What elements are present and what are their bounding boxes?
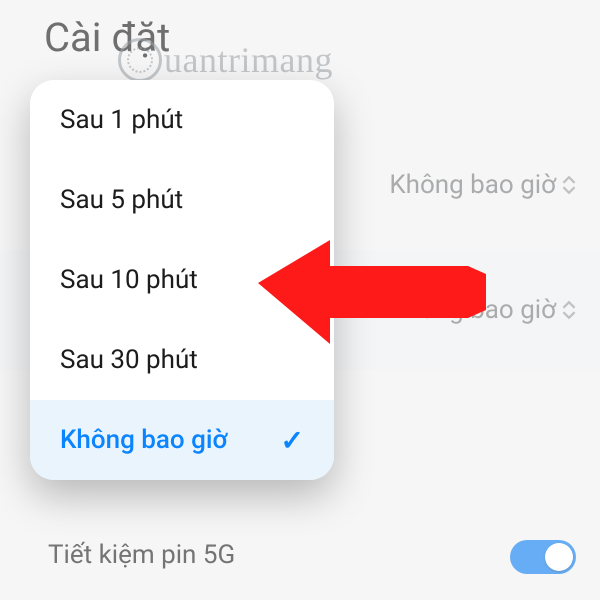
option-label: Sau 10 phút [60,265,198,295]
battery-5g-toggle[interactable] [510,540,576,574]
watermark-text: uantrimang [164,39,333,81]
toggle-on-icon [510,540,576,574]
checkmark-icon: ✓ [281,424,304,457]
option-1-min[interactable]: Sau 1 phút [30,80,334,160]
battery-5g-label: Tiết kiệm pin 5G [48,540,235,570]
option-30-min[interactable]: Sau 30 phút [30,320,334,400]
option-never[interactable]: Không bao giờ ✓ [30,400,334,480]
setting-row-1-value: Không bao giờ [389,170,556,200]
lightbulb-q-icon [118,38,162,82]
option-label: Sau 1 phút [60,105,183,135]
option-label: Sau 30 phút [60,345,198,375]
option-10-min[interactable]: Sau 10 phút [30,240,334,320]
updown-icon [562,175,576,195]
option-label: Sau 5 phút [60,185,183,215]
viewport: Cài đặt Không bao giờ Không bao giờ ết T… [0,0,600,600]
updown-icon [562,300,576,320]
setting-row-2-value: Không bao giờ [389,295,556,325]
option-5-min[interactable]: Sau 5 phút [30,160,334,240]
watermark: uantrimang [118,38,333,82]
setting-row-2-label-fragment: ết [350,266,372,296]
option-label: Không bao giờ [60,425,228,455]
duration-popup: Sau 1 phút Sau 5 phút Sau 10 phút Sau 30… [30,80,334,480]
